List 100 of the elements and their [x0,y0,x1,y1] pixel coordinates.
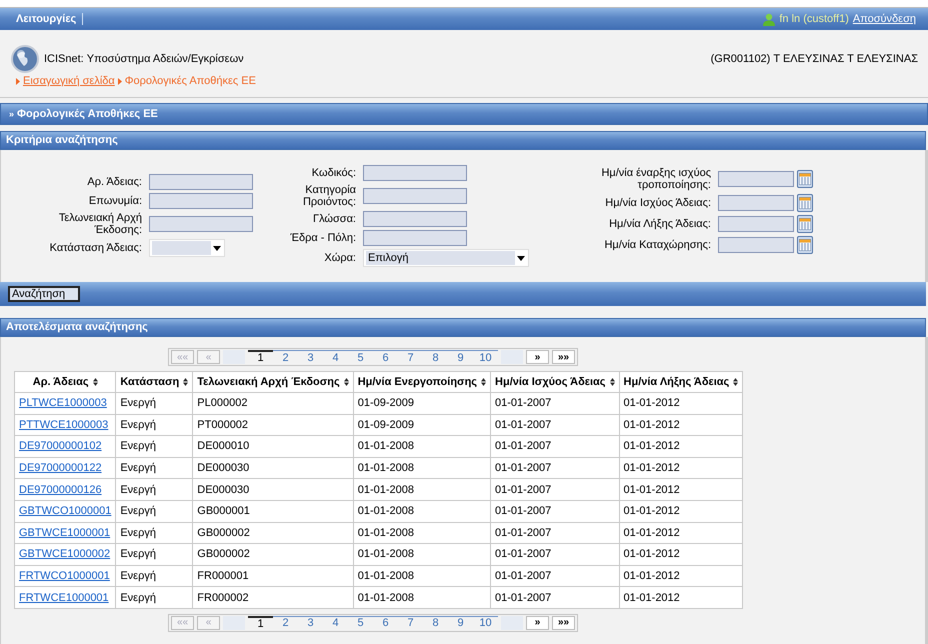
table-cell: 01-01-2008 [353,586,491,608]
pager-spacer [501,616,523,630]
table-cell: 01-09-2009 [353,414,491,436]
table-cell: 01-01-2012 [619,500,743,522]
table-cell: Ενεργή [116,522,193,544]
user-icon [763,12,776,26]
table-cell: Ενεργή [116,392,193,414]
date-field[interactable] [718,195,794,211]
logout-link[interactable]: Αποσύνδεση [852,13,916,25]
date-field[interactable] [718,171,794,187]
pager-button[interactable]: » [526,350,549,364]
table-cell: DE000010 [192,436,354,458]
page-link[interactable]: 3 [298,616,323,630]
calendar-button[interactable] [797,170,813,188]
calendar-button[interactable] [797,236,813,254]
sort-icon [610,378,615,386]
app-title: ICISnet: Υποσύστημα Αδειών/Εγκρίσεων [44,53,244,65]
pager-spacer [223,616,245,630]
search-button[interactable]: Αναζήτηση [8,286,80,302]
column-header[interactable]: Ημ/νία Λήξης Άδειας [619,372,743,392]
table-cell: 01-01-2012 [619,392,743,414]
calendar-icon [799,173,811,185]
table-cell: 01-01-2012 [619,457,743,479]
page-link[interactable]: 8 [423,350,448,364]
page-link[interactable]: 2 [273,350,298,364]
input-field[interactable] [149,174,253,190]
table-cell: 01-01-2012 [619,586,743,608]
page-link[interactable]: 8 [423,616,448,630]
table-cell: 01-01-2008 [353,436,491,458]
page-link[interactable]: 2 [273,616,298,630]
field-label: Αρ. Άδειας: [86,176,143,188]
page-link[interactable]: 10 [473,350,498,364]
table-cell: Ενεργή [116,544,193,566]
pager-button[interactable]: »» [552,616,575,630]
table-cell: 01-01-2007 [490,565,620,587]
page-link[interactable]: 7 [398,616,423,630]
pager-spacer [501,350,523,364]
page-link[interactable]: 9 [448,350,473,364]
page-link[interactable]: 10 [473,616,498,630]
office-name: (GR001102) Τ ΕΛΕΥΣΙΝΑΣ Τ ΕΛΕΥΣΙΝΑΣ [710,53,918,65]
table-cell: 01-01-2008 [353,500,491,522]
table-cell: Ενεργή [116,586,193,608]
date-field[interactable] [718,216,794,232]
calendar-icon [799,239,811,251]
table-cell: 01-01-2012 [619,414,743,436]
calendar-button[interactable] [797,194,813,212]
sort-icon [733,378,738,386]
page-link[interactable]: 3 [298,350,323,364]
page-link[interactable]: 6 [373,350,398,364]
page-link[interactable]: 9 [448,616,473,630]
column-header[interactable]: Αρ. Άδειας [14,372,116,392]
page-link[interactable]: 5 [348,350,373,364]
page-link[interactable]: 4 [323,350,348,364]
date-field[interactable] [718,237,794,253]
table-cell: Ενεργή [116,478,193,500]
input-field[interactable] [363,230,467,246]
page-link[interactable]: 6 [373,616,398,630]
field-label: Ημ/νία έναρξης ισχύος τροποποίησης: [600,167,712,191]
input-field[interactable] [363,188,467,204]
section-header: Κριτήρια αναζήτησης [0,131,926,150]
input-field[interactable] [363,165,467,181]
table-cell: Ενεργή [116,565,193,587]
table-cell: 01-01-2007 [490,457,620,479]
column-header[interactable]: Τελωνειακή Αρχή Έκδοσης [192,372,354,392]
table-cell: 01-01-2007 [490,500,620,522]
select-dropdown[interactable]: Επιλογή [363,249,529,267]
field-label: Χώρα: [323,252,357,264]
table-cell: 01-01-2008 [353,544,491,566]
table-cell: 01-01-2007 [490,544,620,566]
pager-button[interactable]: »» [552,350,575,364]
field-label: Ημ/νία Καταχώρησης: [603,239,712,251]
caret-icon [213,246,221,250]
field-label: Τελωνειακή Αρχή Έκδοσης: [58,212,143,236]
arrow-icon [16,78,20,84]
table-cell: 01-01-2012 [619,522,743,544]
field-label: Κατάσταση Άδειας: [48,242,143,254]
column-header[interactable]: Ημ/νία Ενεργοποίησης [353,372,491,392]
input-field[interactable] [149,216,253,232]
input-field[interactable] [149,193,253,209]
page-link[interactable]: 4 [323,616,348,630]
section-header: Αποτελέσματα αναζήτησης [0,318,926,337]
input-field[interactable] [363,211,467,227]
page-link[interactable]: 7 [398,350,423,364]
calendar-button[interactable] [797,215,813,233]
page-link[interactable]: 1 [248,616,273,630]
sort-icon [344,378,349,386]
table-cell: PL000002 [192,392,354,414]
table-cell: 01-01-2012 [619,478,743,500]
pager-button[interactable]: » [526,616,549,630]
menu-label[interactable]: Λειτουργίες [16,13,84,25]
table-cell: 01-01-2012 [619,544,743,566]
column-header[interactable]: Κατάσταση [116,372,193,392]
field-label: Ημ/νία Λήξης Άδειας: [608,218,712,230]
globe-icon [11,45,39,73]
select-dropdown[interactable] [149,239,225,257]
arrow-icon [118,78,122,84]
page-link[interactable]: 5 [348,616,373,630]
breadcrumb-link[interactable]: Εισαγωγική σελίδα [23,75,115,87]
page-link[interactable]: 1 [248,350,273,364]
column-header[interactable]: Ημ/νία Ισχύος Άδειας [490,372,620,392]
